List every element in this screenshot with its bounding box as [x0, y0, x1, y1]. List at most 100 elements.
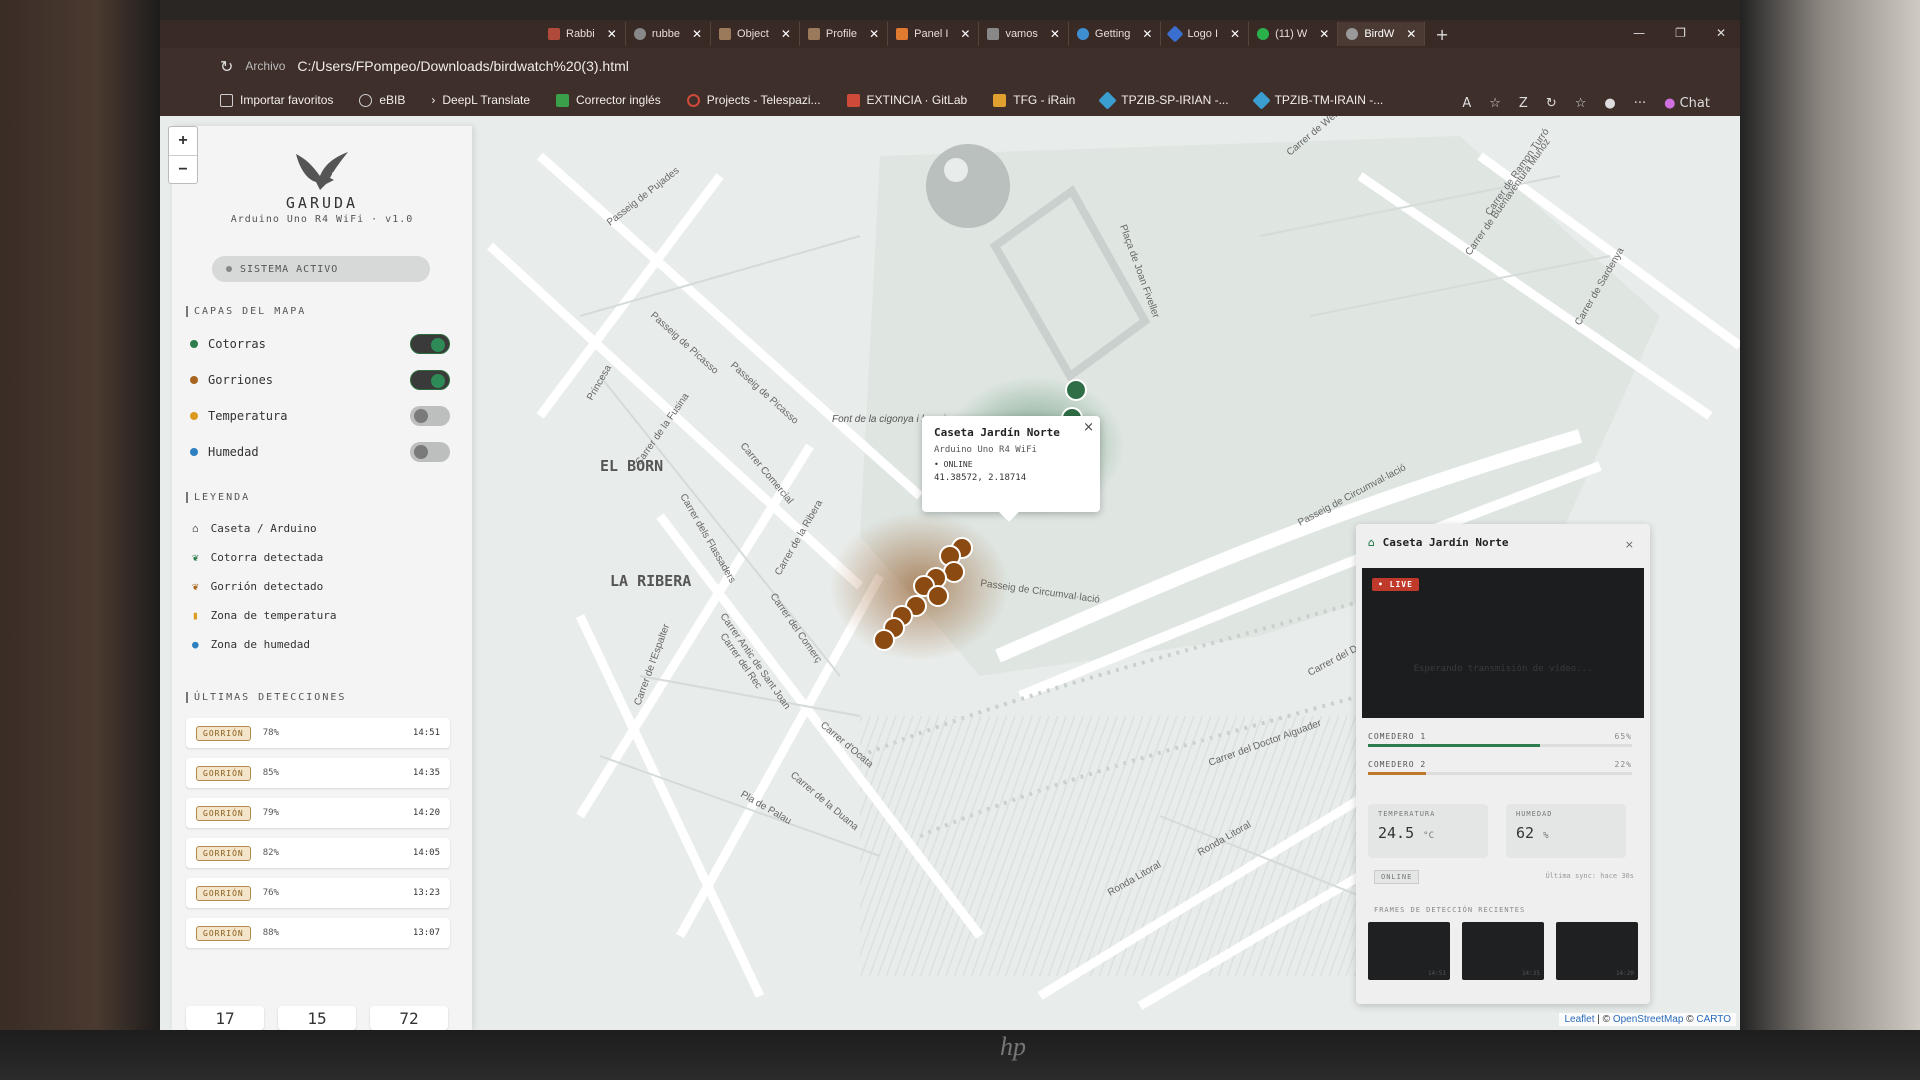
- favorites-icon[interactable]: ☆: [1575, 96, 1587, 111]
- close-tab-icon[interactable]: ✕: [692, 27, 702, 41]
- bookmark-item[interactable]: TPZIB-SP-IRIAN -...: [1098, 90, 1229, 110]
- detection-time: 13:23: [412, 888, 440, 898]
- url-field[interactable]: C:/Users/FPompeo/Downloads/birdwatch%20(…: [297, 58, 628, 74]
- detection-time: 14:35: [412, 768, 440, 778]
- bookmark-item[interactable]: › DeepL Translate: [431, 93, 530, 107]
- copilot-chat-button[interactable]: ● Chat: [1664, 96, 1710, 111]
- detection-row[interactable]: GORRIÓN 85% 14:35: [186, 758, 450, 788]
- detection-frame-thumbnail[interactable]: 14:20: [1556, 922, 1638, 980]
- extension-icon[interactable]: Z: [1519, 96, 1528, 111]
- window-controls: — ❐ ✕: [1633, 26, 1726, 40]
- leaflet-link[interactable]: Leaflet: [1564, 1014, 1594, 1025]
- minimize-icon[interactable]: —: [1633, 26, 1645, 40]
- tab-favicon-icon: [1166, 25, 1184, 43]
- detection-row[interactable]: GORRIÓN 76% 13:23: [186, 878, 450, 908]
- browser-tab[interactable]: Rabbi ✕: [540, 22, 626, 46]
- stat-counter: 17: [186, 1006, 264, 1030]
- layer-toggle-switch[interactable]: [410, 370, 450, 390]
- feeder-label: COMEDERO 2: [1368, 760, 1427, 769]
- pond-island: [944, 158, 968, 182]
- tab-favicon-icon: [1346, 28, 1359, 40]
- carto-link[interactable]: CARTO: [1696, 1014, 1731, 1025]
- popup-close-button[interactable]: ×: [1083, 420, 1094, 435]
- layer-label: Gorriones: [208, 373, 274, 387]
- sparrow-heat-zone: [830, 511, 1010, 661]
- bookmark-item[interactable]: Importar favoritos: [220, 93, 333, 107]
- laptop-bezel-top: [0, 0, 1920, 20]
- close-tab-icon[interactable]: ✕: [607, 27, 617, 41]
- site-info-label[interactable]: Archivo: [245, 59, 285, 73]
- bookmark-item[interactable]: EXTINCIA · GitLab: [846, 93, 967, 107]
- layer-toggle-switch[interactable]: [410, 406, 450, 426]
- more-menu-icon[interactable]: ···: [1634, 96, 1646, 111]
- import-icon: [220, 93, 233, 107]
- app-page: EL BORN LA RIBERA Passeig de Picasso Pas…: [160, 116, 1740, 1030]
- panel-title: Caseta Jardín Norte: [1382, 536, 1509, 549]
- close-tab-icon[interactable]: ✕: [1142, 27, 1152, 41]
- bookmark-item[interactable]: TFG - iRain: [993, 93, 1075, 107]
- osm-link[interactable]: OpenStreetMap: [1613, 1014, 1684, 1025]
- browser-tab[interactable]: Panel I ✕: [888, 22, 980, 46]
- detection-confidence: 76%: [262, 888, 279, 898]
- zoom-in-button[interactable]: +: [169, 127, 197, 155]
- feeder-percent: 22%: [1614, 760, 1632, 769]
- address-bar-row: ↻ Archivo C:/Users/FPompeo/Downloads/bir…: [160, 48, 1740, 84]
- bookmark-item[interactable]: Corrector inglés: [556, 93, 661, 107]
- humidity-card: HUMEDAD 62 %: [1506, 804, 1626, 858]
- close-tab-icon[interactable]: ✕: [869, 27, 879, 41]
- refresh-extension-icon[interactable]: ↻: [1546, 96, 1557, 111]
- app-name: GARUDA: [285, 194, 359, 212]
- browser-tab[interactable]: rubbe ✕: [626, 22, 712, 46]
- close-tab-icon[interactable]: ✕: [1406, 27, 1416, 41]
- detection-time: 14:05: [412, 848, 440, 858]
- bookmark-item[interactable]: Projects - Telespazi...: [686, 93, 821, 107]
- profile-avatar-icon[interactable]: ●: [1604, 96, 1615, 111]
- stat-label: TEMPERATURA: [1378, 810, 1436, 818]
- tab-favicon-icon: [719, 28, 732, 40]
- close-tab-icon[interactable]: ✕: [1319, 27, 1329, 41]
- detection-frame-thumbnail[interactable]: 14:51: [1368, 922, 1450, 980]
- feeder-percent: 65%: [1614, 732, 1632, 741]
- detection-row[interactable]: GORRIÓN 79% 14:20: [186, 798, 450, 828]
- reload-icon[interactable]: ↻: [220, 57, 233, 76]
- close-tab-icon[interactable]: ✕: [960, 27, 970, 41]
- close-tab-icon[interactable]: ✕: [1050, 27, 1060, 41]
- close-tab-icon[interactable]: ✕: [781, 27, 791, 41]
- close-tab-icon[interactable]: ✕: [1230, 27, 1240, 41]
- bookmark-item[interactable]: TPZIB-TM-IRAIN -...: [1251, 90, 1383, 110]
- panel-close-button[interactable]: ×: [1625, 538, 1634, 551]
- read-aloud-icon[interactable]: A: [1462, 96, 1471, 111]
- layer-label: Cotorras: [208, 337, 266, 351]
- browser-tab[interactable]: Profile ✕: [800, 22, 889, 46]
- bookmark-item[interactable]: eBIB: [359, 93, 405, 107]
- frames-section-label: FRAMES DE DETECCIÓN RECIENTES: [1374, 906, 1526, 914]
- globe-icon: [359, 93, 373, 107]
- browser-tab[interactable]: Object ✕: [711, 22, 800, 46]
- detection-confidence: 79%: [262, 808, 279, 818]
- new-tab-button[interactable]: +: [1435, 25, 1448, 44]
- toggle-knob: [414, 445, 428, 459]
- browser-tab-active[interactable]: BirdW ✕: [1338, 22, 1426, 46]
- station-detail-panel: ⌂ Caseta Jardín Norte × • LIVE Esperando…: [1356, 524, 1650, 1004]
- detection-row[interactable]: GORRIÓN 82% 14:05: [186, 838, 450, 868]
- toggle-knob: [431, 338, 445, 352]
- layer-color-dot: [190, 412, 198, 420]
- legend-item: ● Zona de humedad: [192, 638, 310, 651]
- station-popup: Caseta Jardín Norte Arduino Uno R4 WiFi …: [922, 416, 1100, 522]
- popup-status: • ONLINE: [934, 460, 973, 469]
- park-pond: [926, 144, 1010, 228]
- close-window-icon[interactable]: ✕: [1716, 26, 1726, 40]
- layer-toggle-switch[interactable]: [410, 442, 450, 462]
- browser-tab[interactable]: Logo I ✕: [1161, 22, 1250, 46]
- browser-tab[interactable]: (11) W ✕: [1249, 22, 1339, 46]
- detection-confidence: 88%: [262, 928, 279, 938]
- favorite-star-icon[interactable]: ☆: [1489, 96, 1501, 111]
- maximize-icon[interactable]: ❐: [1675, 26, 1686, 40]
- zoom-out-button[interactable]: −: [169, 155, 197, 183]
- detection-frame-thumbnail[interactable]: 14:35: [1462, 922, 1544, 980]
- detection-row[interactable]: GORRIÓN 78% 14:51: [186, 718, 450, 748]
- browser-tab[interactable]: Getting ✕: [1069, 22, 1162, 46]
- browser-tab[interactable]: vamos ✕: [979, 22, 1069, 46]
- detection-row[interactable]: GORRIÓN 88% 13:07: [186, 918, 450, 948]
- layer-toggle-switch[interactable]: [410, 334, 450, 354]
